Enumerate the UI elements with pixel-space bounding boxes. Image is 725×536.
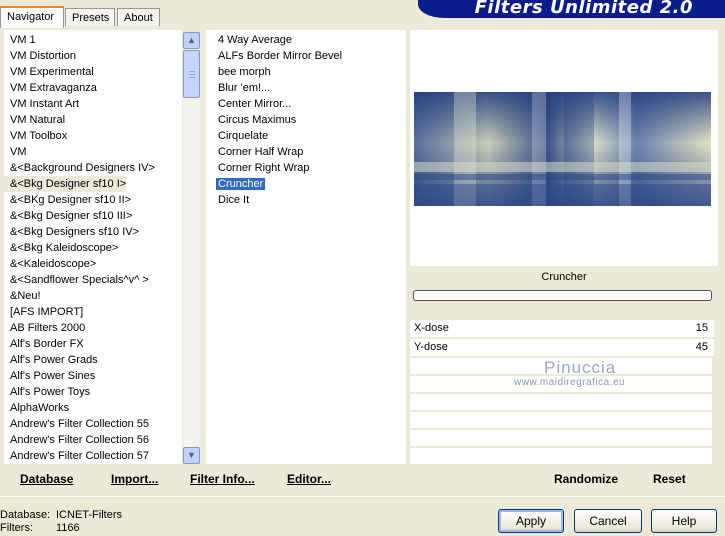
preview-image bbox=[414, 92, 711, 206]
filter-item[interactable]: ALFs Border Mirror Bevel bbox=[206, 48, 342, 64]
filter-item[interactable]: Cirquelate bbox=[206, 128, 268, 144]
empty-param-row bbox=[410, 412, 712, 428]
category-item[interactable]: Alf's Power Sines bbox=[4, 368, 95, 384]
filter-item-label: Cruncher bbox=[216, 178, 266, 190]
category-scrollbar[interactable]: ▲ ▼ bbox=[183, 32, 200, 464]
category-item[interactable]: &Neu! bbox=[4, 288, 41, 304]
category-item[interactable]: AlphaWorks bbox=[4, 400, 69, 416]
empty-param-row bbox=[410, 394, 712, 410]
category-item[interactable]: VM Extravaganza bbox=[4, 80, 97, 96]
status-database-label: Database: bbox=[0, 509, 51, 521]
filter-item-label: 4 Way Average bbox=[218, 34, 292, 46]
status-filters-value: 1166 bbox=[56, 522, 80, 534]
filter-item-label: Blur 'em!... bbox=[218, 82, 271, 94]
category-item[interactable]: VM Toolbox bbox=[4, 128, 67, 144]
header-banner: Filters Unlimited 2.0 bbox=[418, 0, 725, 18]
filter-item-label: ALFs Border Mirror Bevel bbox=[218, 50, 343, 62]
filter-item-label: Cirquelate bbox=[218, 130, 269, 142]
filter-item[interactable]: Corner Half Wrap bbox=[206, 144, 303, 160]
category-item[interactable]: &<Background Designers IV> bbox=[4, 160, 155, 176]
filter-item[interactable]: bee morph bbox=[206, 64, 271, 80]
param-label: X-dose bbox=[414, 322, 449, 334]
watermark-url: www.maidiregrafica.eu bbox=[514, 377, 626, 388]
scroll-thumb[interactable] bbox=[183, 50, 200, 98]
category-item[interactable]: Alf's Power Toys bbox=[4, 384, 90, 400]
apply-button[interactable]: Apply bbox=[498, 509, 564, 533]
param-value: 15 bbox=[695, 322, 708, 334]
reset-button[interactable]: Reset bbox=[653, 472, 686, 486]
editor-button[interactable]: Editor... bbox=[287, 472, 331, 486]
filter-item-label: Center Mirror... bbox=[218, 98, 292, 110]
category-item[interactable]: Alf's Border FX bbox=[4, 336, 84, 352]
watermark-name: Pinuccia bbox=[544, 358, 617, 377]
filter-item-label: Circus Maximus bbox=[218, 114, 297, 126]
category-item[interactable]: AB Filters 2000 bbox=[4, 320, 85, 336]
category-item[interactable]: Andrew's Filter Collection 55 bbox=[4, 416, 149, 432]
import-button[interactable]: Import... bbox=[111, 472, 158, 486]
scroll-down-button[interactable]: ▼ bbox=[183, 447, 200, 464]
status-database-value: ICNET-Filters bbox=[56, 509, 122, 521]
empty-param-row bbox=[410, 448, 712, 464]
category-item[interactable]: &<BKg Designer sf10 II> bbox=[4, 192, 131, 208]
category-item[interactable]: &<Bkg Designer sf10 I> bbox=[4, 176, 127, 192]
database-button[interactable]: Database bbox=[20, 472, 73, 486]
filter-item-label: Corner Half Wrap bbox=[218, 146, 304, 158]
active-filter-name: Cruncher bbox=[541, 271, 587, 283]
filter-list[interactable]: 4 Way Average ALFs Border Mirror Bevel bee… bbox=[206, 30, 406, 464]
category-item[interactable]: VM Natural bbox=[4, 112, 65, 128]
preview-panel bbox=[410, 30, 718, 266]
divider bbox=[0, 496, 725, 497]
filter-item-label: bee morph bbox=[218, 66, 271, 78]
progress-bar bbox=[413, 290, 712, 301]
category-item[interactable]: VM bbox=[4, 144, 27, 160]
tab-navigator[interactable]: Navigator bbox=[0, 6, 64, 28]
category-item[interactable]: &<Bkg Designer sf10 III> bbox=[4, 208, 132, 224]
filter-item[interactable]: Blur 'em!... bbox=[206, 80, 270, 96]
scroll-up-button[interactable]: ▲ bbox=[183, 32, 200, 49]
param-value: 45 bbox=[695, 341, 708, 353]
filter-item[interactable]: Center Mirror... bbox=[206, 96, 291, 112]
filter-item-label: Corner Right Wrap bbox=[218, 162, 310, 174]
tab-about[interactable]: About bbox=[117, 8, 160, 26]
category-item[interactable]: &<Bkg Designers sf10 IV> bbox=[4, 224, 139, 240]
empty-param-row bbox=[410, 430, 712, 446]
help-button[interactable]: Help bbox=[651, 509, 717, 533]
tab-presets[interactable]: Presets bbox=[65, 8, 115, 26]
status-filters-label: Filters: bbox=[0, 522, 33, 534]
category-item[interactable]: &<Sandflower Specials^v^ > bbox=[4, 272, 149, 288]
filter-item[interactable]: Cruncher bbox=[206, 176, 266, 192]
filter-item[interactable]: Dice It bbox=[206, 192, 249, 208]
category-item[interactable]: VM Experimental bbox=[4, 64, 94, 80]
randomize-button[interactable]: Randomize bbox=[554, 472, 618, 486]
category-item[interactable]: VM Distortion bbox=[4, 48, 76, 64]
param-label: Y-dose bbox=[414, 341, 448, 353]
category-item[interactable]: Alf's Power Grads bbox=[4, 352, 98, 368]
category-item[interactable]: &<Bkg Kaleidoscope> bbox=[4, 240, 118, 256]
param-y-dose[interactable]: Y-dose 45 bbox=[410, 339, 714, 357]
param-x-dose[interactable]: X-dose 15 bbox=[410, 320, 714, 338]
category-item[interactable]: Andrew's Filter Collection 57 bbox=[4, 448, 149, 464]
category-list[interactable]: VM 1 VM Distortion VM Experimental VM Extra… bbox=[4, 30, 182, 464]
filter-info-button[interactable]: Filter Info... bbox=[190, 472, 255, 486]
app-title: Filters Unlimited 2.0 bbox=[474, 0, 693, 18]
category-item[interactable]: VM 1 bbox=[4, 32, 36, 48]
category-item[interactable]: VM Instant Art bbox=[4, 96, 79, 112]
filter-item[interactable]: 4 Way Average bbox=[206, 32, 292, 48]
category-item[interactable]: &<Kaleidoscope> bbox=[4, 256, 96, 272]
category-item[interactable]: Andrew's Filter Collection 56 bbox=[4, 432, 149, 448]
cancel-button[interactable]: Cancel bbox=[574, 509, 642, 533]
filter-item[interactable]: Circus Maximus bbox=[206, 112, 296, 128]
category-item[interactable]: [AFS IMPORT] bbox=[4, 304, 83, 320]
filter-item[interactable]: Corner Right Wrap bbox=[206, 160, 310, 176]
filter-item-label: Dice It bbox=[218, 194, 250, 206]
